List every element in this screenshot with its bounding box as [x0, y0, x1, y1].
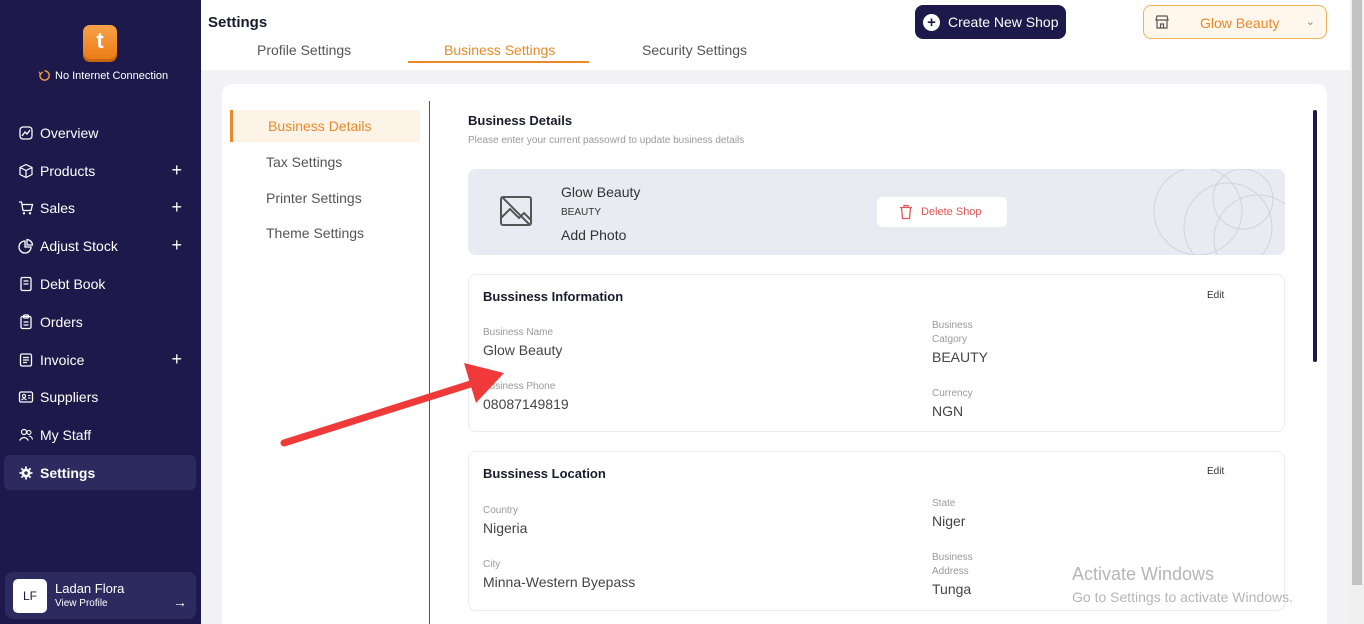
- city-value: Minna-Western Byepass: [483, 574, 636, 590]
- page-title: Settings: [208, 14, 268, 31]
- page-scrollbar-thumb[interactable]: [1352, 0, 1362, 585]
- sidebar-item-label: Suppliers: [40, 388, 99, 405]
- field-label: Business Name: [483, 327, 554, 338]
- top-header: Settings Profile Settings Business Setti…: [201, 0, 1350, 70]
- windows-activation-watermark: Activate Windows: [1072, 564, 1215, 584]
- shop-selector-value: Glow Beauty: [1200, 15, 1280, 31]
- annotation-arrow-icon: [280, 363, 504, 447]
- settings-menu-tax-settings[interactable]: Tax Settings: [266, 154, 342, 170]
- sidebar-item-overview[interactable]: Overview: [4, 115, 196, 150]
- logo-letter: t: [96, 28, 104, 53]
- shop-category: BEAUTY: [561, 207, 602, 218]
- sidebar-item-label: Sales: [40, 199, 76, 216]
- create-new-shop-label: Create New Shop: [948, 14, 1059, 30]
- sidebar-item-sales[interactable]: Sales +: [4, 190, 196, 225]
- sidebar-item-label: Adjust Stock: [40, 237, 118, 254]
- sidebar-item-label: Overview: [40, 124, 99, 141]
- chevron-down-icon: ⌄: [1305, 16, 1315, 28]
- field-label: Business: [932, 320, 973, 331]
- sidebar-item-products[interactable]: Products +: [4, 153, 196, 188]
- currency-value: NGN: [932, 403, 964, 419]
- pie-icon: [18, 238, 34, 254]
- field-label: Catgory: [932, 334, 968, 345]
- cart-icon: [19, 200, 34, 214]
- connection-status-label: No Internet Connection: [55, 69, 169, 82]
- sidebar-item-my-staff[interactable]: My Staff: [4, 417, 196, 452]
- expand-plus-icon[interactable]: +: [171, 349, 182, 370]
- field-label: Business: [932, 552, 973, 563]
- sidebar-item-invoice[interactable]: Invoice +: [4, 342, 196, 377]
- active-tab-indicator: [408, 61, 589, 63]
- decorative-circles: [1153, 169, 1285, 255]
- business-address-value: Tunga: [932, 581, 972, 597]
- tab-business-settings[interactable]: Business Settings: [444, 42, 555, 58]
- content-scrollbar[interactable]: [1313, 110, 1317, 362]
- sidebar-item-label: Invoice: [40, 351, 85, 368]
- user-profile-card[interactable]: LF Ladan Flora View Profile →: [5, 572, 196, 619]
- sidebar-item-orders[interactable]: Orders: [4, 304, 196, 339]
- sidebar-item-suppliers[interactable]: Suppliers: [4, 379, 196, 414]
- settings-menu-theme-settings[interactable]: Theme Settings: [266, 225, 364, 241]
- gear-icon: [19, 466, 33, 479]
- windows-activation-hint: Go to Settings to activate Windows.: [1072, 589, 1293, 605]
- country-value: Nigeria: [483, 520, 528, 536]
- card-title: Bussiness Location: [483, 466, 606, 481]
- app-logo[interactable]: t: [83, 25, 117, 59]
- delete-shop-button[interactable]: Delete Shop: [877, 197, 1007, 227]
- sidebar-item-label: Orders: [40, 313, 83, 330]
- shop-selector[interactable]: Glow Beauty ⌄: [1143, 5, 1327, 39]
- expand-plus-icon[interactable]: +: [171, 160, 182, 181]
- create-new-shop-button[interactable]: + Create New Shop: [915, 5, 1066, 39]
- state-value: Niger: [932, 513, 966, 529]
- offline-icon: [38, 70, 50, 81]
- card-title: Bussiness Information: [483, 289, 624, 304]
- section-title: Business Details: [468, 113, 573, 128]
- tab-profile-settings[interactable]: Profile Settings: [257, 42, 351, 58]
- clipboard-icon: [20, 313, 32, 329]
- sidebar-item-debt-book[interactable]: Debt Book: [4, 266, 196, 301]
- settings-menu-business-details[interactable]: Business Details: [268, 118, 372, 134]
- invoice-icon: [19, 352, 33, 367]
- business-category-value: BEAUTY: [932, 349, 989, 365]
- box-icon: [19, 163, 33, 178]
- sidebar-item-adjust-stock[interactable]: Adjust Stock +: [4, 228, 196, 263]
- image-placeholder-icon[interactable]: [499, 194, 533, 228]
- shop-name: Glow Beauty: [561, 184, 641, 200]
- settings-menu-printer-settings[interactable]: Printer Settings: [266, 190, 362, 206]
- sidebar-item-label: Settings: [40, 464, 96, 481]
- trash-icon: [900, 204, 912, 220]
- sidebar-item-label: Debt Book: [40, 275, 106, 292]
- field-label: City: [483, 559, 501, 570]
- field-label: Currency: [932, 388, 973, 399]
- add-photo-link[interactable]: Add Photo: [561, 227, 626, 243]
- avatar: LF: [13, 579, 47, 613]
- tab-security-settings[interactable]: Security Settings: [642, 42, 747, 58]
- users-icon: [19, 428, 34, 441]
- section-subtitle: Please enter your current passowrd to up…: [468, 135, 745, 146]
- sidebar-item-label: My Staff: [40, 426, 92, 443]
- chart-icon: [19, 125, 33, 140]
- business-location-card: Bussiness Location Edit Country Nigeria …: [468, 451, 1285, 611]
- view-profile-link[interactable]: View Profile: [55, 598, 108, 609]
- field-label: Address: [932, 566, 969, 577]
- sidebar-item-settings[interactable]: Settings: [4, 455, 196, 490]
- user-name: Ladan Flora: [55, 581, 125, 596]
- field-label: Country: [483, 505, 519, 516]
- store-icon: [1155, 15, 1169, 29]
- book-icon: [20, 276, 32, 291]
- business-information-card: Bussiness Information Edit Business Name…: [468, 274, 1285, 432]
- plus-circle-icon: +: [923, 13, 940, 31]
- edit-location-link[interactable]: Edit: [1207, 466, 1224, 477]
- arrow-right-icon[interactable]: →: [173, 594, 187, 610]
- edit-information-link[interactable]: Edit: [1207, 290, 1224, 301]
- delete-shop-label: Delete Shop: [921, 206, 982, 218]
- field-label: State: [932, 498, 956, 509]
- contacts-icon: [18, 390, 34, 403]
- expand-plus-icon[interactable]: +: [171, 235, 182, 256]
- sidebar: t No Internet Connection Overview Produc…: [0, 0, 201, 624]
- sidebar-item-label: Products: [40, 162, 96, 179]
- expand-plus-icon[interactable]: +: [171, 197, 182, 218]
- connection-status: No Internet Connection: [38, 69, 168, 82]
- shop-banner: Glow Beauty BEAUTY Add Photo Delete Shop: [468, 169, 1285, 255]
